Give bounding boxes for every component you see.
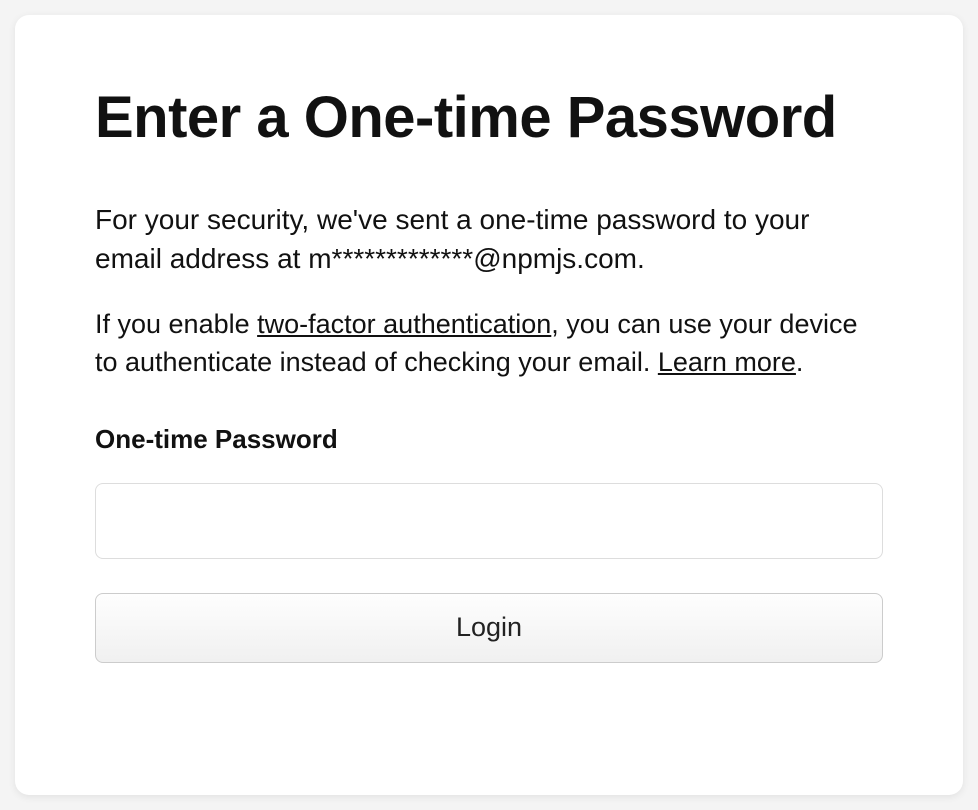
- intro2-text: If you enable two-factor authentication,…: [95, 306, 883, 382]
- two-factor-link[interactable]: two-factor authentication: [257, 309, 551, 339]
- intro2-part1: If you enable: [95, 309, 257, 339]
- intro-text: For your security, we've sent a one-time…: [95, 200, 883, 278]
- intro2-part3: .: [796, 347, 804, 377]
- page-title: Enter a One-time Password: [95, 85, 883, 152]
- learn-more-link[interactable]: Learn more: [658, 347, 796, 377]
- login-button[interactable]: Login: [95, 593, 883, 663]
- intro-suffix: .: [637, 243, 645, 274]
- otp-input[interactable]: [95, 483, 883, 559]
- masked-email: m*************@npmjs.com: [308, 243, 637, 274]
- otp-label: One-time Password: [95, 424, 883, 455]
- otp-card: Enter a One-time Password For your secur…: [15, 15, 963, 795]
